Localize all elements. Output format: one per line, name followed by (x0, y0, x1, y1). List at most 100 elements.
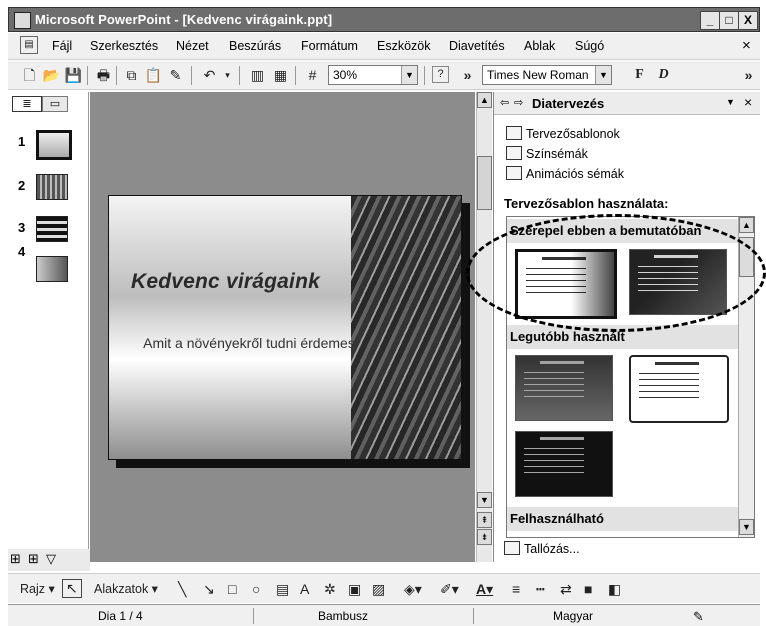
textbox-icon[interactable]: ▤ (276, 581, 289, 598)
drawing-toolbar: Rajz ▾ ↖ Alakzatok ▾ ╲ ↘ □ ○ ▤ A ✲ ▣ ▨ ◈… (8, 573, 760, 603)
toolbar-separator (191, 66, 192, 85)
picture-icon[interactable]: ▨ (372, 581, 385, 598)
normal-view-icon[interactable]: ⊞ (10, 551, 21, 567)
autoshapes-menu[interactable]: Alakzatok ▾ (94, 581, 158, 596)
group-header-available: Felhasználható (507, 507, 738, 531)
close-icon[interactable]: × (744, 94, 752, 110)
line-color-icon[interactable]: ✐▾ (440, 581, 459, 598)
thumbnail-lines (639, 373, 699, 403)
spelling-icon[interactable]: ✎ (693, 609, 704, 625)
arrow-style-icon[interactable]: ⇄ (560, 581, 572, 598)
template-thumbnail-recent-3[interactable] (515, 431, 613, 497)
copy-icon[interactable]: ⧉ (122, 66, 141, 84)
template-thumbnail-recent-2[interactable] (629, 355, 729, 423)
slide-thumbnail-3[interactable] (36, 216, 68, 242)
print-icon[interactable]: 🖶 (94, 66, 113, 84)
slide-sorter-icon[interactable]: ⊞ (28, 551, 39, 567)
chevron-down-icon[interactable]: ▼ (401, 66, 417, 84)
insert-chart-icon[interactable]: ▥ (248, 66, 267, 84)
slide-thumbnail-2[interactable] (36, 174, 68, 200)
toolbar-options-icon[interactable]: » (739, 66, 758, 84)
slide-number: 2 (18, 178, 26, 193)
menu-slideshow[interactable]: Diavetítés (449, 39, 505, 53)
scroll-down-icon[interactable]: ▼ (739, 519, 754, 535)
thumbnail-lines (524, 448, 584, 478)
undo-icon[interactable]: ↶ (200, 66, 219, 84)
design-templates-link[interactable]: Tervezősablonok (506, 126, 620, 141)
toolbar-separator (424, 66, 425, 85)
new-icon[interactable]: 🗋 (20, 66, 39, 84)
line-style-icon[interactable]: ≡ (512, 581, 520, 597)
browse-link[interactable]: Tallózás... (504, 541, 580, 556)
maximize-button[interactable]: □ (719, 11, 739, 30)
document-icon[interactable]: ▤ (20, 36, 38, 54)
oval-icon[interactable]: ○ (252, 581, 260, 597)
italic-button[interactable]: D (654, 66, 673, 84)
menu-help[interactable]: Súgó (575, 39, 604, 53)
open-icon[interactable]: 📂 (42, 66, 61, 84)
diagram-icon[interactable]: ✲ (324, 581, 336, 598)
minimize-button[interactable]: _ (700, 11, 720, 30)
current-slide[interactable]: Kedvenc virágaink Amit a növényekről tud… (108, 195, 462, 460)
line-icon[interactable]: ╲ (178, 581, 186, 598)
bold-button[interactable]: F (630, 66, 649, 84)
wordart-icon[interactable]: A (300, 581, 309, 597)
help-icon[interactable]: ? (432, 66, 449, 83)
font-combobox[interactable]: Times New Roman ▼ (482, 65, 612, 85)
forward-icon[interactable]: ⇨ (514, 96, 523, 109)
grid-icon[interactable]: # (303, 66, 322, 84)
insert-table-icon[interactable]: ▦ (271, 66, 290, 84)
3d-icon[interactable]: ◧ (608, 581, 621, 598)
slide-number: 4 (18, 244, 26, 259)
toolbar-options-icon[interactable]: » (458, 66, 477, 84)
fill-color-icon[interactable]: ◈▾ (404, 581, 422, 598)
document-close-button[interactable]: × (742, 37, 751, 54)
shadow-icon[interactable]: ■ (584, 581, 592, 597)
format-painter-icon[interactable]: ✎ (166, 66, 185, 84)
template-thumbnail-recent-1[interactable] (515, 355, 613, 421)
menu-insert[interactable]: Beszúrás (229, 39, 281, 53)
menu-file[interactable]: Fájl (52, 39, 72, 53)
color-schemes-link[interactable]: Színsémák (506, 146, 588, 161)
save-icon[interactable]: 💾 (64, 66, 83, 84)
undo-dropdown-icon[interactable]: ▾ (218, 66, 237, 84)
slideshow-view-icon[interactable]: ▽ (46, 551, 56, 567)
arrow-icon[interactable]: ↘ (203, 581, 215, 598)
slide-scrollbar[interactable]: ▲ ▼ ⇞ ⇟ (476, 92, 492, 562)
back-icon[interactable]: ⇦ (500, 96, 509, 109)
paste-icon[interactable]: 📋 (144, 66, 163, 84)
slide-thumbnail-4[interactable] (36, 256, 68, 282)
menu-format[interactable]: Formátum (301, 39, 358, 53)
dash-style-icon[interactable]: ┅ (536, 581, 544, 598)
clipart-icon[interactable]: ▣ (348, 581, 361, 598)
outline-tab[interactable]: ≣ (12, 96, 42, 112)
previous-slide-icon[interactable]: ⇞ (477, 512, 492, 528)
scroll-up-icon[interactable]: ▲ (477, 92, 492, 108)
chevron-down-icon[interactable]: ▼ (595, 66, 611, 84)
animation-schemes-link[interactable]: Animációs sémák (506, 166, 624, 181)
powerpoint-app-icon[interactable] (14, 12, 31, 29)
highlight-ellipse (466, 214, 766, 332)
scroll-down-icon[interactable]: ▼ (477, 492, 492, 508)
font-color-icon[interactable]: A▾ (476, 581, 493, 598)
scroll-up-icon[interactable]: ▲ (739, 217, 754, 233)
select-objects-icon[interactable]: ↖ (62, 579, 82, 598)
slides-tab[interactable]: ▭ (42, 96, 68, 112)
menu-view[interactable]: Nézet (176, 39, 209, 53)
slide-title[interactable]: Kedvenc virágaink (131, 270, 320, 294)
menu-window[interactable]: Ablak (524, 39, 555, 53)
slide-subtitle[interactable]: Amit a növényekről tudni érdemes (139, 334, 359, 353)
menu-tools[interactable]: Eszközök (377, 39, 431, 53)
design-name: Bambusz (318, 609, 369, 623)
close-button[interactable]: X (738, 11, 758, 30)
chevron-down-icon[interactable]: ▼ (726, 97, 735, 107)
scroll-thumb[interactable] (477, 156, 492, 210)
draw-menu[interactable]: Rajz ▾ (20, 581, 55, 596)
status-bar: Dia 1 / 4 Bambusz Magyar ✎ (8, 604, 760, 626)
zoom-combobox[interactable]: 30% ▼ (328, 65, 418, 85)
menu-edit[interactable]: Szerkesztés (90, 39, 158, 53)
thumbnail-heading (540, 361, 584, 364)
next-slide-icon[interactable]: ⇟ (477, 529, 492, 545)
rectangle-icon[interactable]: □ (228, 581, 236, 597)
slide-thumbnail-1[interactable] (36, 130, 72, 160)
